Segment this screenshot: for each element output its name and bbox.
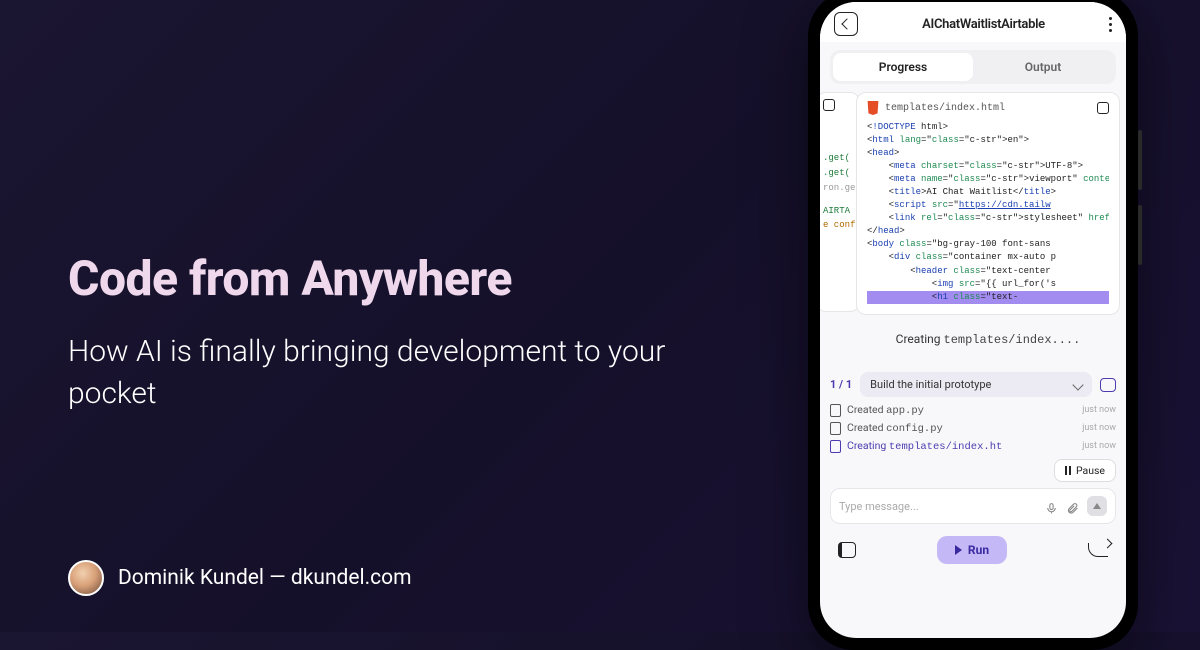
chevron-down-icon [1072, 379, 1083, 390]
event-row[interactable]: Created config.py just now [830, 421, 1116, 435]
back-arrow-icon [841, 18, 852, 29]
bg-code-frag: ron.ge [823, 183, 855, 193]
arrow-up-icon [1093, 503, 1101, 509]
send-button[interactable] [1087, 496, 1107, 516]
status-file: templates/index.... [944, 333, 1081, 347]
bg-code-frag: .get( [823, 153, 850, 163]
author-avatar [68, 560, 104, 596]
more-menu-button[interactable] [1109, 17, 1112, 32]
message-placeholder: Type message... [839, 500, 1037, 513]
copy-icon [823, 99, 835, 111]
bg-code-frag: AIRTA [823, 206, 850, 216]
bottom-toolbar: Run [820, 532, 1126, 574]
file-icon [830, 440, 841, 453]
attachment-icon[interactable] [1066, 500, 1079, 513]
event-text: Created app.py [847, 403, 1076, 417]
tab-bar: Progress Output [830, 50, 1116, 84]
app-title: AIChatWaitlistAirtable [858, 17, 1109, 32]
task-chip[interactable]: Build the initial prototype [860, 372, 1092, 397]
page-headline: Code from Anywhere [68, 250, 688, 307]
active-file-name: templates/index.html [885, 103, 1091, 114]
file-icon [830, 422, 841, 435]
pause-icon [1065, 466, 1071, 475]
play-icon [955, 545, 962, 555]
event-time: just now [1082, 441, 1116, 451]
comment-icon[interactable] [1100, 378, 1116, 392]
event-text: Created config.py [847, 421, 1076, 435]
author-text: Dominik Kundel — dkundel.com [118, 566, 412, 590]
background-code-card[interactable]: .get( .get( ron.ge AIRTA e conf [820, 92, 860, 312]
event-time: just now [1082, 405, 1116, 415]
phone-side-button [1138, 130, 1142, 190]
panels-icon[interactable] [838, 542, 856, 558]
author-separator: — [264, 566, 291, 590]
bg-code-frag: .get( [823, 168, 850, 178]
tab-output[interactable]: Output [973, 53, 1113, 81]
undo-icon[interactable] [1088, 543, 1108, 557]
phone-side-button [1138, 205, 1142, 265]
file-icon [830, 404, 841, 417]
task-count: 1 / 1 [830, 378, 852, 391]
active-code-card[interactable]: templates/index.html <!DOCTYPE html><htm… [856, 92, 1120, 315]
pause-label: Pause [1076, 464, 1105, 477]
status-verb: Creating [896, 332, 944, 346]
copy-icon[interactable] [1097, 102, 1109, 114]
bg-code-frag: e conf [823, 220, 855, 230]
event-row[interactable]: Created app.py just now [830, 403, 1116, 417]
tab-progress[interactable]: Progress [833, 53, 973, 81]
author-name: Dominik Kundel [118, 566, 264, 590]
app-topbar: AIChatWaitlistAirtable [820, 2, 1126, 42]
microphone-icon[interactable] [1045, 500, 1058, 513]
code-area: .get( .get( ron.ge AIRTA e conf template… [830, 92, 1116, 372]
phone-screen: AIChatWaitlistAirtable Progress Output .… [820, 2, 1126, 638]
back-button[interactable] [834, 12, 858, 36]
run-label: Run [968, 543, 989, 557]
task-bar: 1 / 1 Build the initial prototype [830, 372, 1116, 397]
event-row[interactable]: Creating templates/index.ht just now [830, 439, 1116, 453]
device-frame: AIChatWaitlistAirtable Progress Output .… [808, 0, 1138, 650]
code-status-line: Creating templates/index.... [856, 332, 1120, 347]
event-text: Creating templates/index.ht [847, 439, 1076, 453]
page-subhead: How AI is finally bringing development t… [68, 331, 688, 415]
html5-icon [867, 101, 879, 115]
pause-button[interactable]: Pause [1054, 459, 1116, 482]
message-input[interactable]: Type message... [830, 488, 1116, 524]
event-time: just now [1082, 423, 1116, 433]
run-button[interactable]: Run [937, 536, 1007, 564]
code-body: <!DOCTYPE html><html lang="class="c-str"… [867, 121, 1109, 304]
events-list: Created app.py just now Created config.py j… [830, 403, 1116, 453]
author-site: dkundel.com [291, 566, 412, 590]
author-row: Dominik Kundel — dkundel.com [68, 560, 412, 596]
task-label: Build the initial prototype [870, 378, 991, 391]
